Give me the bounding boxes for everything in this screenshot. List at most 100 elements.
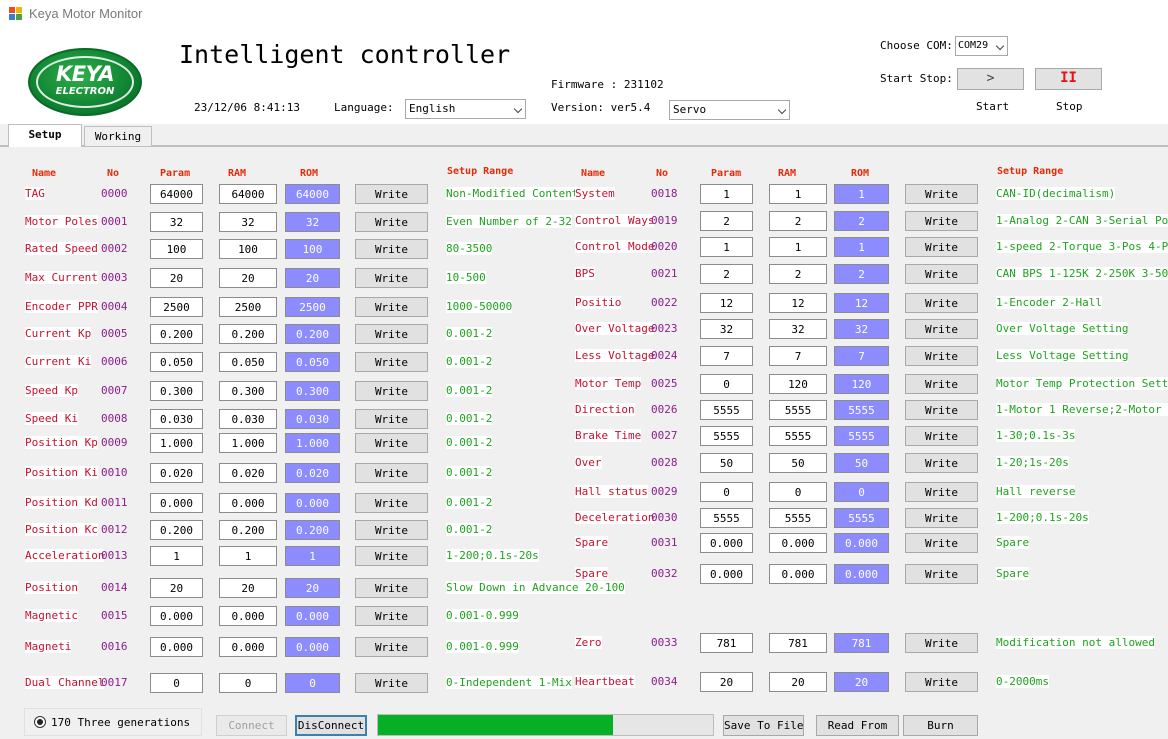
- stop-button[interactable]: II: [1035, 68, 1102, 90]
- left-row-13-param-field[interactable]: 1: [150, 546, 203, 566]
- right-row-16-param-field[interactable]: 20: [700, 672, 753, 692]
- left-row-2-rom-field[interactable]: 100: [285, 239, 340, 259]
- left-row-12-write-button[interactable]: Write: [355, 520, 428, 540]
- left-row-2-param-field[interactable]: 100: [150, 239, 203, 259]
- left-row-7-write-button[interactable]: Write: [355, 381, 428, 401]
- right-row-6-rom-field[interactable]: 7: [834, 346, 889, 366]
- right-row-4-param-field[interactable]: 12: [700, 293, 753, 313]
- right-row-1-ram-field[interactable]: 2: [769, 211, 827, 231]
- right-row-6-ram-field[interactable]: 7: [769, 346, 827, 366]
- mode-select[interactable]: Servo: [669, 100, 790, 120]
- left-row-10-rom-field[interactable]: 0.020: [285, 463, 340, 483]
- left-row-1-write-button[interactable]: Write: [355, 212, 428, 232]
- left-row-10-ram-field[interactable]: 0.020: [219, 463, 277, 483]
- right-row-13-ram-field[interactable]: 0.000: [769, 533, 827, 553]
- right-row-5-write-button[interactable]: Write: [905, 319, 978, 339]
- right-row-4-rom-field[interactable]: 12: [834, 293, 889, 313]
- left-row-4-rom-field[interactable]: 2500: [285, 297, 340, 317]
- right-row-8-ram-field[interactable]: 5555: [769, 400, 827, 420]
- left-row-0-param-field[interactable]: 64000: [150, 184, 203, 204]
- right-row-12-write-button[interactable]: Write: [905, 508, 978, 528]
- tab-setup[interactable]: Setup: [8, 124, 82, 147]
- right-row-9-ram-field[interactable]: 5555: [769, 426, 827, 446]
- right-row-15-write-button[interactable]: Write: [905, 633, 978, 653]
- right-row-7-rom-field[interactable]: 120: [834, 374, 889, 394]
- right-row-0-ram-field[interactable]: 1: [769, 184, 827, 204]
- left-row-17-write-button[interactable]: Write: [355, 673, 428, 693]
- left-row-14-rom-field[interactable]: 20: [285, 578, 340, 598]
- right-row-2-param-field[interactable]: 1: [700, 237, 753, 257]
- left-row-16-write-button[interactable]: Write: [355, 637, 428, 657]
- right-row-5-ram-field[interactable]: 32: [769, 319, 827, 339]
- left-row-12-param-field[interactable]: 0.200: [150, 520, 203, 540]
- right-row-3-ram-field[interactable]: 2: [769, 264, 827, 284]
- right-row-12-rom-field[interactable]: 5555: [834, 508, 889, 528]
- left-row-5-param-field[interactable]: 0.200: [150, 324, 203, 344]
- left-row-5-write-button[interactable]: Write: [355, 324, 428, 344]
- left-row-15-write-button[interactable]: Write: [355, 606, 428, 626]
- right-row-1-param-field[interactable]: 2: [700, 211, 753, 231]
- left-row-4-ram-field[interactable]: 2500: [219, 297, 277, 317]
- left-row-8-ram-field[interactable]: 0.030: [219, 409, 277, 429]
- burn-button[interactable]: Burn: [903, 715, 978, 736]
- right-row-16-rom-field[interactable]: 20: [834, 672, 889, 692]
- right-row-11-param-field[interactable]: 0: [700, 482, 753, 502]
- right-row-10-ram-field[interactable]: 50: [769, 453, 827, 473]
- left-row-8-rom-field[interactable]: 0.030: [285, 409, 340, 429]
- right-row-0-write-button[interactable]: Write: [905, 184, 978, 204]
- left-row-15-ram-field[interactable]: 0.000: [219, 606, 277, 626]
- generation-radio[interactable]: [34, 716, 46, 728]
- right-row-10-param-field[interactable]: 50: [700, 453, 753, 473]
- right-row-9-param-field[interactable]: 5555: [700, 426, 753, 446]
- left-row-6-rom-field[interactable]: 0.050: [285, 352, 340, 372]
- left-row-3-ram-field[interactable]: 20: [219, 268, 277, 288]
- right-row-13-rom-field[interactable]: 0.000: [834, 533, 889, 553]
- left-row-6-ram-field[interactable]: 0.050: [219, 352, 277, 372]
- right-row-9-write-button[interactable]: Write: [905, 426, 978, 446]
- right-row-4-ram-field[interactable]: 12: [769, 293, 827, 313]
- right-row-7-write-button[interactable]: Write: [905, 374, 978, 394]
- left-row-3-write-button[interactable]: Write: [355, 268, 428, 288]
- left-row-7-rom-field[interactable]: 0.300: [285, 381, 340, 401]
- right-row-2-write-button[interactable]: Write: [905, 237, 978, 257]
- right-row-13-write-button[interactable]: Write: [905, 533, 978, 553]
- left-row-1-rom-field[interactable]: 32: [285, 212, 340, 232]
- left-row-3-rom-field[interactable]: 20: [285, 268, 340, 288]
- right-row-4-write-button[interactable]: Write: [905, 293, 978, 313]
- right-row-14-ram-field[interactable]: 0.000: [769, 564, 827, 584]
- left-row-0-write-button[interactable]: Write: [355, 184, 428, 204]
- left-row-9-ram-field[interactable]: 1.000: [219, 433, 277, 453]
- right-row-15-rom-field[interactable]: 781: [834, 633, 889, 653]
- left-row-1-param-field[interactable]: 32: [150, 212, 203, 232]
- left-row-10-param-field[interactable]: 0.020: [150, 463, 203, 483]
- right-row-16-ram-field[interactable]: 20: [769, 672, 827, 692]
- com-select[interactable]: COM29: [955, 36, 1008, 56]
- tab-working[interactable]: Working: [84, 126, 152, 146]
- right-row-5-rom-field[interactable]: 32: [834, 319, 889, 339]
- left-row-9-param-field[interactable]: 1.000: [150, 433, 203, 453]
- right-row-14-param-field[interactable]: 0.000: [700, 564, 753, 584]
- left-row-13-rom-field[interactable]: 1: [285, 546, 340, 566]
- right-row-11-write-button[interactable]: Write: [905, 482, 978, 502]
- left-row-13-ram-field[interactable]: 1: [219, 546, 277, 566]
- left-row-6-write-button[interactable]: Write: [355, 352, 428, 372]
- right-row-1-write-button[interactable]: Write: [905, 211, 978, 231]
- right-row-0-rom-field[interactable]: 1: [834, 184, 889, 204]
- left-row-16-rom-field[interactable]: 0.000: [285, 637, 340, 657]
- right-row-12-param-field[interactable]: 5555: [700, 508, 753, 528]
- right-row-10-write-button[interactable]: Write: [905, 453, 978, 473]
- left-row-5-ram-field[interactable]: 0.200: [219, 324, 277, 344]
- left-row-17-ram-field[interactable]: 0: [219, 673, 277, 693]
- left-row-4-param-field[interactable]: 2500: [150, 297, 203, 317]
- right-row-3-rom-field[interactable]: 2: [834, 264, 889, 284]
- right-row-2-rom-field[interactable]: 1: [834, 237, 889, 257]
- right-row-15-param-field[interactable]: 781: [700, 633, 753, 653]
- left-row-14-param-field[interactable]: 20: [150, 578, 203, 598]
- left-row-0-rom-field[interactable]: 64000: [285, 184, 340, 204]
- right-row-11-ram-field[interactable]: 0: [769, 482, 827, 502]
- right-row-7-ram-field[interactable]: 120: [769, 374, 827, 394]
- left-row-13-write-button[interactable]: Write: [355, 546, 428, 566]
- right-row-13-param-field[interactable]: 0.000: [700, 533, 753, 553]
- right-row-7-param-field[interactable]: 0: [700, 374, 753, 394]
- left-row-16-ram-field[interactable]: 0.000: [219, 637, 277, 657]
